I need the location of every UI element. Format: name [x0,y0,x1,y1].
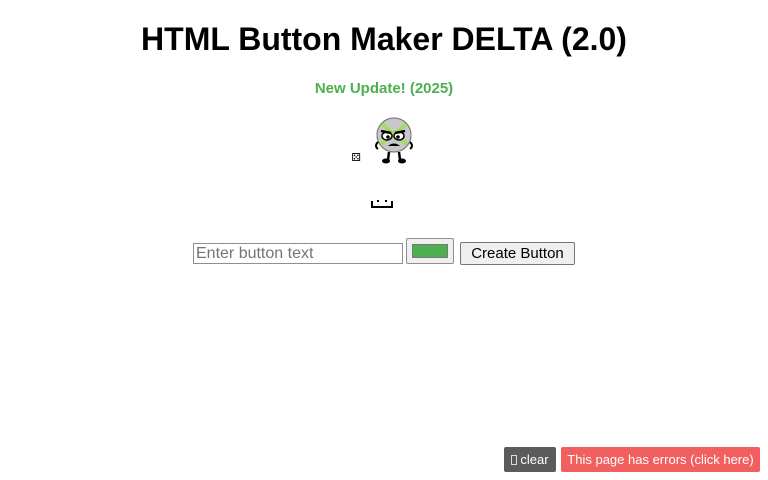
page-title: HTML Button Maker DELTA (2.0) [141,21,627,57]
bracket-icon [371,200,393,208]
clear-icon [511,455,518,465]
update-notice: New Update! (2025) [0,79,768,99]
mascot-character-icon [375,117,413,164]
page-errors-button[interactable]: This page has errors (click here) [561,447,760,472]
button-text-input[interactable] [193,243,403,264]
clear-button-label: clear [520,452,549,467]
dice-icon[interactable]: ⚄ [350,152,362,164]
create-button-button[interactable]: Create Button [460,242,575,265]
color-swatch [412,244,448,258]
button-color-picker[interactable] [406,238,454,264]
new-update-link[interactable]: New Update! (2025) [315,80,453,97]
page: HTML Button Maker DELTA (2.0) New Update… [0,0,768,480]
clear-button[interactable]: clear [504,447,556,472]
